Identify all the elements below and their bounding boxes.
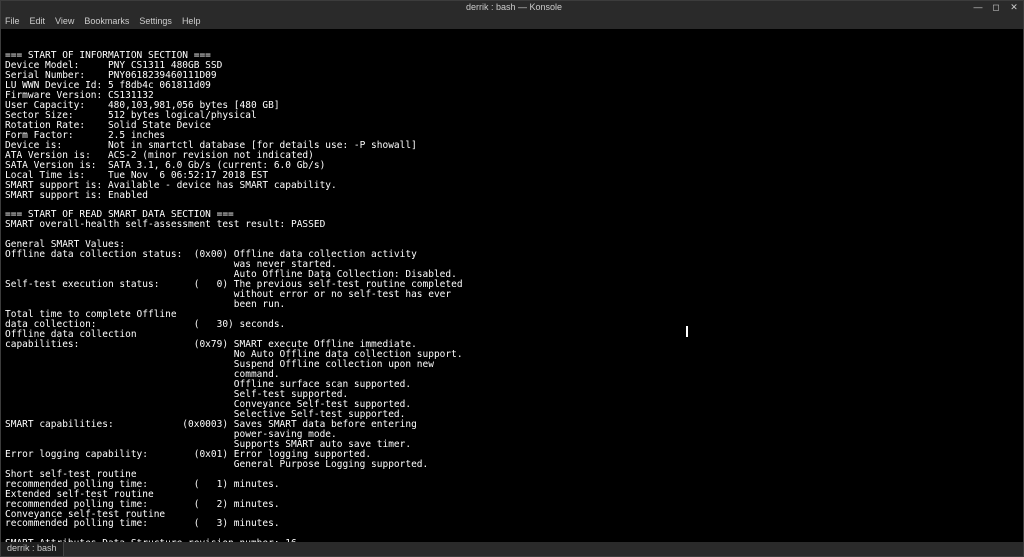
menu-file[interactable]: File	[5, 17, 20, 26]
terminal-line: recommended polling time: ( 3) minutes.	[5, 518, 280, 529]
terminal-line: SMART overall-health self-assessment tes…	[5, 219, 325, 230]
menu-settings[interactable]: Settings	[139, 17, 172, 26]
tab-label: derrik : bash	[7, 544, 57, 553]
terminal-line: SMART support is: Enabled	[5, 190, 148, 201]
menu-view[interactable]: View	[55, 17, 74, 26]
menu-bookmarks[interactable]: Bookmarks	[84, 17, 129, 26]
menubar: File Edit View Bookmarks Settings Help	[1, 15, 1023, 29]
terminal-output[interactable]: === START OF INFORMATION SECTION === Dev…	[1, 29, 1023, 542]
tabbar: derrik : bash	[1, 542, 1023, 556]
menu-help[interactable]: Help	[182, 17, 201, 26]
maximize-icon[interactable]: ◻	[991, 3, 1001, 13]
menu-edit[interactable]: Edit	[30, 17, 46, 26]
text-cursor-icon	[686, 326, 688, 337]
titlebar: derrik : bash — Konsole — ◻ ✕	[1, 1, 1023, 15]
close-icon[interactable]: ✕	[1009, 3, 1019, 13]
minimize-icon[interactable]: —	[973, 3, 983, 13]
window-title: derrik : bash — Konsole	[55, 3, 973, 12]
tab-active[interactable]: derrik : bash	[1, 542, 64, 556]
